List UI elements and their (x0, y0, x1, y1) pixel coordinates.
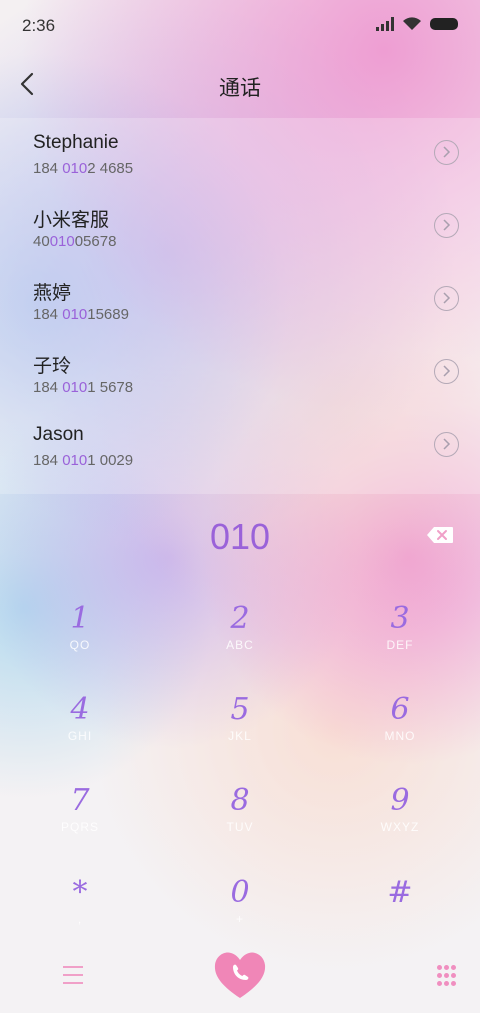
contact-detail-arrow-icon[interactable] (434, 213, 459, 238)
contact-number: 184 01015689 (33, 306, 129, 323)
status-time: 2:36 (22, 16, 56, 35)
contact-number: 184 0101 5678 (33, 379, 134, 396)
dial-key-7[interactable]: 7 PQRS (20, 784, 140, 854)
contact-detail-arrow-icon[interactable] (434, 432, 459, 457)
dialed-number-display: 010 (209, 516, 271, 557)
call-button[interactable] (212, 950, 268, 1000)
contact-name: Stephanie (33, 132, 119, 153)
dial-key-hash[interactable]: # (340, 876, 460, 946)
contact-detail-arrow-icon[interactable] (434, 140, 459, 165)
dial-key-8[interactable]: 8 TUV (180, 784, 300, 854)
dial-key-6[interactable]: 6 MNO (340, 693, 460, 763)
battery-icon (430, 18, 458, 30)
page-title: 通话 (219, 77, 261, 100)
dial-key-5[interactable]: 5 JKL (180, 693, 300, 763)
status-bar: 2:36 (0, 0, 480, 52)
contact-number: 184 0102 4685 (33, 160, 134, 177)
contact-name: 燕婷 (33, 283, 72, 304)
status-icons (376, 17, 458, 31)
dial-key-star[interactable]: *, (20, 876, 140, 946)
dial-key-3[interactable]: 3 DEF (340, 602, 460, 672)
contact-row[interactable]: Stephanie 184 0102 4685 (0, 118, 480, 191)
contact-row[interactable]: Jason 184 0101 0029 (0, 410, 480, 483)
dialpad-toggle-icon[interactable] (437, 965, 457, 987)
contact-number: 184 0101 0029 (33, 452, 134, 469)
backspace-icon[interactable] (426, 526, 454, 544)
contact-row[interactable]: 燕婷 184 01015689 (0, 264, 480, 337)
contact-row[interactable]: 子玲 184 0101 5678 (0, 337, 480, 410)
contact-row[interactable]: 小米客服 4001005678 (0, 191, 480, 264)
contact-detail-arrow-icon[interactable] (434, 359, 459, 384)
signal-icon (376, 17, 394, 31)
menu-icon[interactable] (63, 966, 83, 984)
dial-key-1[interactable]: 1 QO (20, 602, 140, 672)
dial-key-4[interactable]: 4 GHI (20, 693, 140, 763)
contact-match-list: Stephanie 184 0102 4685 小米客服 4001005678 … (0, 118, 480, 494)
dial-key-9[interactable]: 9 WXYZ (340, 784, 460, 854)
contact-name: 小米客服 (33, 210, 110, 231)
contact-number: 4001005678 (33, 233, 117, 250)
dial-key-2[interactable]: 2 ABC (180, 602, 300, 672)
title-bar: 通话 (0, 52, 480, 118)
wifi-icon (403, 17, 421, 30)
contact-name: Jason (33, 424, 84, 445)
contact-name: 子玲 (33, 356, 72, 377)
contact-detail-arrow-icon[interactable] (434, 286, 459, 311)
dial-key-0[interactable]: 0 + (180, 876, 300, 946)
